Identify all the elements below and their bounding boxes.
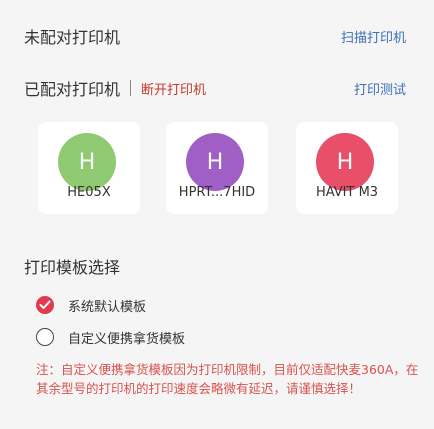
unpaired-printers-row: 未配对打印机 扫描打印机 (0, 22, 434, 50)
printer-name: HAVIT M3 (315, 185, 379, 200)
radio-checked-icon[interactable] (36, 296, 54, 314)
printer-card[interactable]: H HE05X (38, 122, 140, 214)
printer-card[interactable]: H HPRT...7HID (166, 122, 268, 214)
template-section-title: 打印模板选择 (24, 258, 121, 277)
disconnect-printer-button[interactable]: 断开打印机 (141, 79, 206, 98)
printer-name: HPRT...7HID (178, 185, 256, 200)
template-option-label: 系统默认模板 (68, 299, 147, 315)
template-option-default[interactable]: 系统默认模板 (36, 294, 146, 316)
radio-unchecked-icon[interactable] (36, 328, 54, 346)
print-test-button[interactable]: 打印测试 (354, 79, 406, 98)
scan-printers-button[interactable]: 扫描打印机 (341, 27, 406, 46)
unpaired-printers-title: 未配对打印机 (24, 28, 121, 47)
paired-printers-title: 已配对打印机 (24, 80, 121, 99)
printer-name: HE05X (67, 185, 111, 200)
printer-avatar: H (316, 133, 374, 191)
printer-avatar: H (186, 133, 244, 191)
check-icon (39, 300, 51, 309)
divider (130, 80, 132, 96)
template-note: 注：自定义便携拿货模板因为打印机限制，目前仅适配快麦360A，在其余型号的打印机… (36, 362, 419, 396)
printer-avatar: H (58, 133, 116, 191)
template-option-custom[interactable]: 自定义便携拿货模板 (36, 326, 185, 348)
template-option-label: 自定义便携拿货模板 (68, 331, 186, 347)
paired-printers-row: 已配对打印机 断开打印机 打印测试 (0, 74, 434, 102)
printer-card[interactable]: H HAVIT M3 (296, 122, 398, 214)
